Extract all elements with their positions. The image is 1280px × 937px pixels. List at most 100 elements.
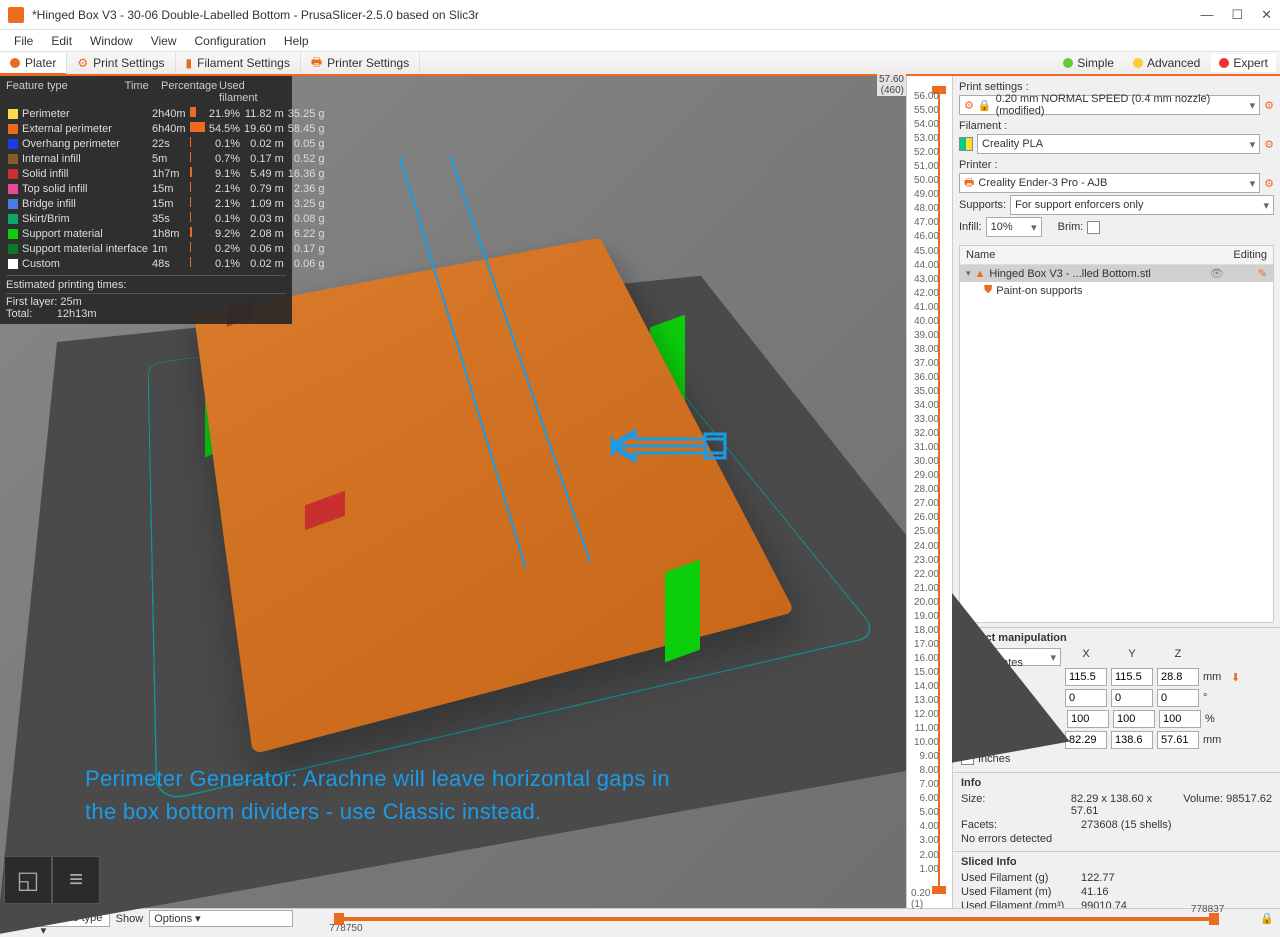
rotate-x[interactable] [1065, 689, 1107, 707]
viewport-3d[interactable]: Perimeter Generator: Arachne will leave … [0, 76, 952, 908]
menu-window[interactable]: Window [82, 32, 141, 50]
view-iso-button[interactable]: ◱ [4, 856, 52, 904]
red-dot-icon [1219, 58, 1229, 68]
menu-edit[interactable]: Edit [43, 32, 80, 50]
filament-icon: ▮ [186, 56, 193, 70]
chevron-down-icon: ▾ [1250, 177, 1256, 190]
printer-icon: 🖶 [964, 174, 974, 193]
lock-icon: 🔒 [978, 99, 992, 112]
filament-combo[interactable]: Creality PLA ▾ [977, 134, 1260, 154]
brim-checkbox[interactable] [1087, 221, 1100, 234]
legend-panel: Feature type Time Percentage Used filame… [0, 76, 292, 324]
edit-preset-icon[interactable]: ⚙ [1264, 177, 1274, 190]
annotation-text: Perimeter Generator: Arachne will leave … [85, 762, 670, 828]
printer-icon: 🖶 [311, 53, 322, 74]
expand-icon[interactable]: ▾ [966, 268, 971, 279]
object-row[interactable]: ▾ ▲ Hinged Box V3 - ...lled Bottom.stl 👁… [960, 265, 1273, 282]
filament-label: Filament : [959, 117, 1274, 134]
tab-filament-settings[interactable]: ▮ Filament Settings [176, 52, 301, 74]
position-x[interactable] [1065, 668, 1107, 686]
object-child-row[interactable]: ⛊ Paint-on supports [960, 282, 1273, 299]
layer-slider-vertical[interactable]: 57.60(460) 56.0055.0054.0053.0052.0051.0… [906, 76, 952, 908]
legend-row[interactable]: Support material 1h8m 9.2% 2.08 m 6.22 g [6, 226, 327, 241]
menu-configuration[interactable]: Configuration [187, 32, 274, 50]
gear-icon: ⚙ [77, 56, 88, 70]
mode-simple[interactable]: Simple [1055, 54, 1122, 72]
legend-row[interactable]: Support material interface 1m 0.2% 0.06 … [6, 241, 327, 256]
titlebar: *Hinged Box V3 - 30-06 Double-Labelled B… [0, 0, 1280, 30]
legend-row[interactable]: Bridge infill 15m 2.1% 1.09 m 3.25 g [6, 196, 327, 211]
slider-handle-left[interactable] [334, 913, 344, 925]
yellow-dot-icon [1133, 58, 1143, 68]
app-icon [8, 7, 24, 23]
legend-row[interactable]: Overhang perimeter 22s 0.1% 0.02 m 0.05 … [6, 136, 327, 151]
size-y[interactable] [1111, 731, 1153, 749]
tab-plater[interactable]: Plater [0, 53, 67, 75]
position-y[interactable] [1111, 668, 1153, 686]
legend-row[interactable]: Top solid infill 15m 2.1% 0.79 m 2.36 g [6, 181, 327, 196]
filament-color-swatch[interactable] [959, 137, 973, 151]
sliced-info-section: Sliced Info Used Filament (g)122.77 Used… [953, 851, 1280, 908]
tab-print-settings[interactable]: ⚙ Print Settings [67, 52, 175, 74]
chevron-down-icon: ▾ [1263, 199, 1269, 212]
chevron-down-icon: ▾ [1250, 138, 1256, 151]
drop-to-bed-icon[interactable]: ⬇ [1231, 671, 1240, 684]
plater-icon [10, 58, 20, 68]
first-layer-time: First layer: 25m [6, 293, 286, 308]
mode-advanced[interactable]: Advanced [1125, 54, 1208, 72]
chevron-down-icon: ▾ [1050, 651, 1056, 664]
bottom-bar: View Feature type ▾ Show Options ▾ 77875… [0, 908, 1280, 928]
supports-combo[interactable]: For support enforcers only ▾ [1010, 195, 1274, 215]
green-dot-icon [1063, 58, 1073, 68]
gear-icon: ⚙ [964, 99, 974, 112]
legend-row[interactable]: Custom 48s 0.1% 0.02 m 0.06 g [6, 256, 327, 271]
show-options-select[interactable]: Options ▾ [149, 910, 293, 927]
brim-label: Brim: [1058, 221, 1084, 233]
visibility-icon[interactable]: 👁 [1210, 267, 1224, 280]
tab-printer-settings[interactable]: 🖶 Printer Settings [301, 52, 420, 74]
minimize-button[interactable]: — [1200, 7, 1213, 23]
size-z[interactable] [1157, 731, 1199, 749]
view-layers-button[interactable]: ≡ [52, 856, 100, 904]
rotate-z[interactable] [1157, 689, 1199, 707]
infill-combo[interactable]: 10% ▾ [986, 217, 1042, 237]
edit-icon[interactable]: ✎ [1258, 267, 1267, 280]
position-z[interactable] [1157, 668, 1199, 686]
edit-preset-icon[interactable]: ⚙ [1264, 138, 1274, 151]
rotate-y[interactable] [1111, 689, 1153, 707]
mode-expert[interactable]: Expert [1211, 54, 1276, 72]
legend-row[interactable]: Skirt/Brim 35s 0.1% 0.03 m 0.08 g [6, 211, 327, 226]
close-button[interactable]: ✕ [1261, 7, 1272, 23]
tabbar: Plater ⚙ Print Settings ▮ Filament Setti… [0, 52, 1280, 76]
printer-label: Printer : [959, 156, 1274, 173]
edit-preset-icon[interactable]: ⚙ [1264, 99, 1274, 112]
legend-row[interactable]: Solid infill 1h7m 9.1% 5.49 m 16.36 g [6, 166, 327, 181]
lock-slider-icon[interactable]: 🔒 [1260, 912, 1274, 925]
slider-right-value: 778837 [1191, 904, 1224, 915]
menubar: File Edit Window View Configuration Help [0, 30, 1280, 52]
scale-x[interactable] [1067, 710, 1109, 728]
info-section: Info Size:82.29 x 138.60 x 57.61Volume: … [953, 772, 1280, 851]
menu-view[interactable]: View [143, 32, 185, 50]
legend-row[interactable]: External perimeter 6h40m 54.5% 19.60 m 5… [6, 121, 327, 136]
scale-z[interactable] [1159, 710, 1201, 728]
object-list: Name Editing ▾ ▲ Hinged Box V3 - ...lled… [959, 245, 1274, 623]
horizontal-slider[interactable] [337, 917, 1216, 921]
chevron-down-icon: ▾ [1250, 99, 1256, 112]
printer-combo[interactable]: 🖶 Creality Ender-3 Pro - AJB ▾ [959, 173, 1260, 193]
menu-help[interactable]: Help [276, 32, 317, 50]
window-title: *Hinged Box V3 - 30-06 Double-Labelled B… [32, 8, 1200, 22]
size-x[interactable] [1065, 731, 1107, 749]
supports-label: Supports: [959, 199, 1006, 211]
legend-row[interactable]: Internal infill 5m 0.7% 0.17 m 0.52 g [6, 151, 327, 166]
chevron-down-icon: ▾ [1031, 221, 1037, 234]
annotation-arrow-icon [610, 426, 730, 466]
infill-label: Infill: [959, 221, 982, 233]
menu-file[interactable]: File [6, 32, 41, 50]
print-settings-combo[interactable]: ⚙ 🔒 0.20 mm NORMAL SPEED (0.4 mm nozzle)… [959, 95, 1260, 115]
legend-row[interactable]: Perimeter 2h40m 21.9% 11.82 m 35.25 g [6, 106, 327, 121]
scale-y[interactable] [1113, 710, 1155, 728]
est-times-label: Estimated printing times: [6, 279, 286, 291]
slider-handle-bottom[interactable] [932, 886, 946, 894]
maximize-button[interactable]: ☐ [1231, 7, 1243, 23]
